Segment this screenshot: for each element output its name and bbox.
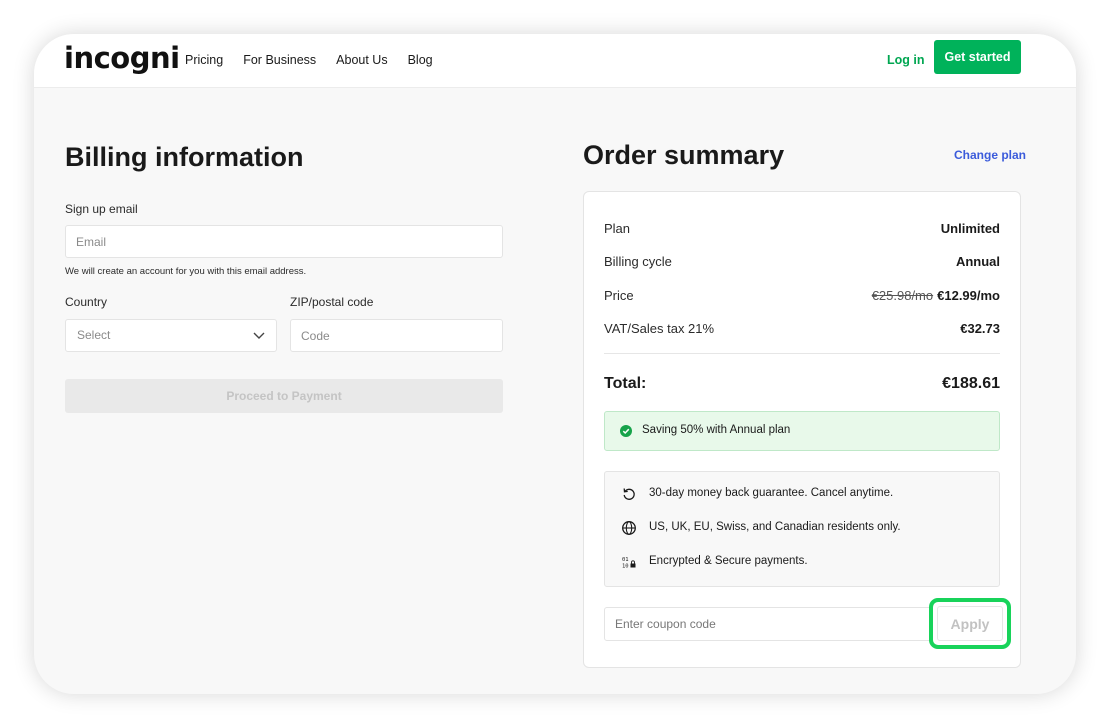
apply-highlight: Apply [929, 598, 1011, 649]
encrypted-icon: 01 10 [622, 557, 636, 570]
zip-label: ZIP/postal code [290, 295, 374, 309]
vat-row: VAT/Sales tax 21% €32.73 [604, 321, 1000, 341]
order-summary-title: Order summary [583, 140, 785, 170]
billing-cycle-value: Annual [955, 254, 1000, 269]
zip-field[interactable] [290, 319, 503, 352]
total-label: Total: [604, 375, 647, 392]
top-navbar: incogni Pricing For Business About Us Bl… [34, 34, 1076, 88]
plan-label: Plan [604, 221, 631, 236]
check-circle-icon [620, 425, 632, 437]
proceed-to-payment-button[interactable]: Proceed to Payment [65, 379, 503, 413]
price-value: €12.99/mo [937, 288, 1000, 303]
feature-text: Encrypted & Secure payments. [649, 555, 808, 567]
price-value-group: €25.98/mo €12.99/mo [872, 288, 1000, 303]
email-field[interactable] [65, 225, 503, 258]
nav-blog[interactable]: Blog [408, 50, 433, 70]
login-link[interactable]: Log in [887, 50, 925, 70]
country-select[interactable]: Select [65, 319, 277, 352]
billing-title: Billing information [65, 142, 304, 172]
plan-value: Unlimited [940, 221, 1000, 236]
feature-text: US, UK, EU, Swiss, and Canadian resident… [649, 521, 901, 533]
billing-cycle-row: Billing cycle Annual [604, 254, 1000, 274]
get-started-button[interactable]: Get started [934, 40, 1021, 74]
features-box: 30-day money back guarantee. Cancel anyt… [604, 471, 1000, 587]
total-value: €188.61 [942, 375, 1000, 392]
svg-text:10: 10 [622, 564, 629, 570]
old-price: €25.98/mo [871, 288, 934, 303]
country-select-value: Select [77, 328, 111, 342]
refresh-icon [623, 488, 635, 500]
order-summary-card: Plan Unlimited Billing cycle Annual Pric… [583, 191, 1021, 668]
incogni-logo[interactable]: incogni [64, 40, 180, 76]
vat-value: €32.73 [960, 321, 1000, 336]
country-label: Country [65, 295, 108, 309]
change-plan-link[interactable]: Change plan [954, 148, 1026, 162]
saving-text: Saving 50% with Annual plan [642, 424, 791, 436]
nav-for-business[interactable]: For Business [243, 50, 316, 70]
summary-divider [604, 353, 1000, 354]
chevron-down-icon [253, 332, 265, 339]
main-nav: Pricing For Business About Us Blog [185, 50, 433, 70]
saving-banner: Saving 50% with Annual plan [604, 411, 1000, 451]
price-label: Price [604, 288, 634, 303]
nav-pricing[interactable]: Pricing [185, 50, 223, 70]
feature-text: 30-day money back guarantee. Cancel anyt… [649, 487, 894, 499]
svg-text:01: 01 [622, 557, 629, 563]
app-window: incogni Pricing For Business About Us Bl… [34, 34, 1076, 694]
email-label: Sign up email [65, 202, 138, 216]
price-row: Price €25.98/mo €12.99/mo [604, 288, 1000, 308]
email-hint: We will create an account for you with t… [65, 266, 307, 277]
plan-row: Plan Unlimited [604, 221, 1000, 241]
vat-label: VAT/Sales tax 21% [604, 321, 715, 336]
nav-about-us[interactable]: About Us [336, 50, 387, 70]
globe-icon [622, 521, 636, 535]
billing-cycle-label: Billing cycle [604, 254, 672, 269]
apply-button[interactable]: Apply [937, 606, 1003, 641]
